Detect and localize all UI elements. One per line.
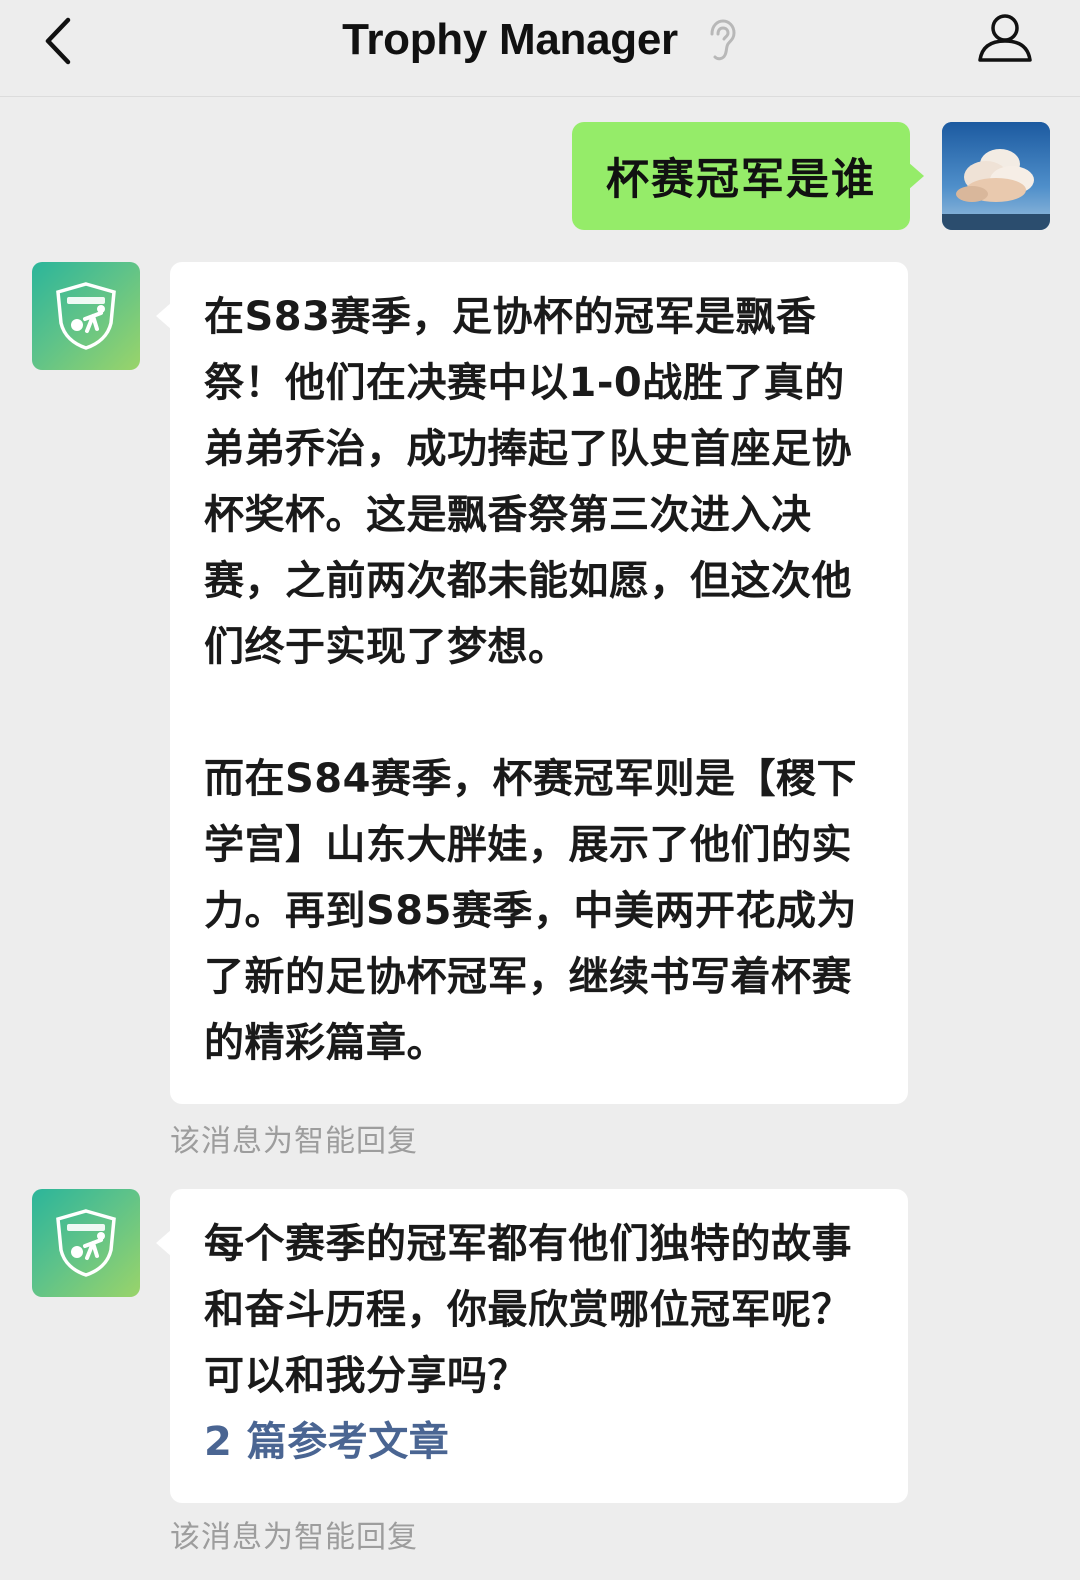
reply-paragraph-2: 而在S84赛季，杯赛冠军则是【稷下学宫】山东大胖娃，展示了他们的实力。再到S85… <box>204 756 857 1066</box>
incoming-message-2: 每个赛季的冠军都有他们独特的故事和奋斗历程，你最欣赏哪位冠军呢？可以和我分享吗？… <box>32 1189 908 1503</box>
ear-icon <box>710 19 736 61</box>
reply-bubble-2[interactable]: 每个赛季的冠军都有他们独特的故事和奋斗历程，你最欣赏哪位冠军呢？可以和我分享吗？… <box>156 1189 908 1503</box>
smart-reply-hint-1: 该消息为智能回复 <box>170 1124 418 1159</box>
user-avatar[interactable] <box>942 122 1050 230</box>
incoming-message-1: 在S83赛季，足协杯的冠军是飘香祭！他们在决赛中以1-0战胜了真的弟弟乔治，成功… <box>32 262 908 1104</box>
trophy-manager-logo <box>56 282 116 350</box>
reference-articles-link[interactable]: 2 篇参考文章 <box>204 1409 874 1475</box>
title-area: Trophy Manager <box>0 0 1080 80</box>
outgoing-bubble[interactable]: 杯赛冠军是谁 <box>572 122 924 230</box>
reply-text-2: 每个赛季的冠军都有他们独特的故事和奋斗历程，你最欣赏哪位冠军呢？可以和我分享吗？ <box>204 1221 852 1399</box>
reply-paragraph-1: 在S83赛季，足协杯的冠军是飘香祭！他们在决赛中以1-0战胜了真的弟弟乔治，成功… <box>204 294 852 670</box>
chat-title: Trophy Manager <box>342 15 678 64</box>
top-bar: Trophy Manager <box>0 0 1080 97</box>
chat-area[interactable]: 杯赛冠军是谁 在S83赛季，足协杯的冠军是飘香祭！他们在决赛中以1-0战胜了真的… <box>0 96 1080 1580</box>
profile-button[interactable] <box>974 6 1036 68</box>
bot-avatar[interactable] <box>32 1189 140 1297</box>
smart-reply-hint-2: 该消息为智能回复 <box>170 1520 418 1555</box>
reply-bubble-1[interactable]: 在S83赛季，足协杯的冠军是飘香祭！他们在决赛中以1-0战胜了真的弟弟乔治，成功… <box>156 262 908 1104</box>
sky-cloud-avatar <box>942 122 1050 230</box>
outgoing-message: 杯赛冠军是谁 <box>572 122 1050 230</box>
trophy-manager-logo <box>56 1209 116 1277</box>
bot-avatar[interactable] <box>32 262 140 370</box>
person-icon <box>978 14 1032 62</box>
